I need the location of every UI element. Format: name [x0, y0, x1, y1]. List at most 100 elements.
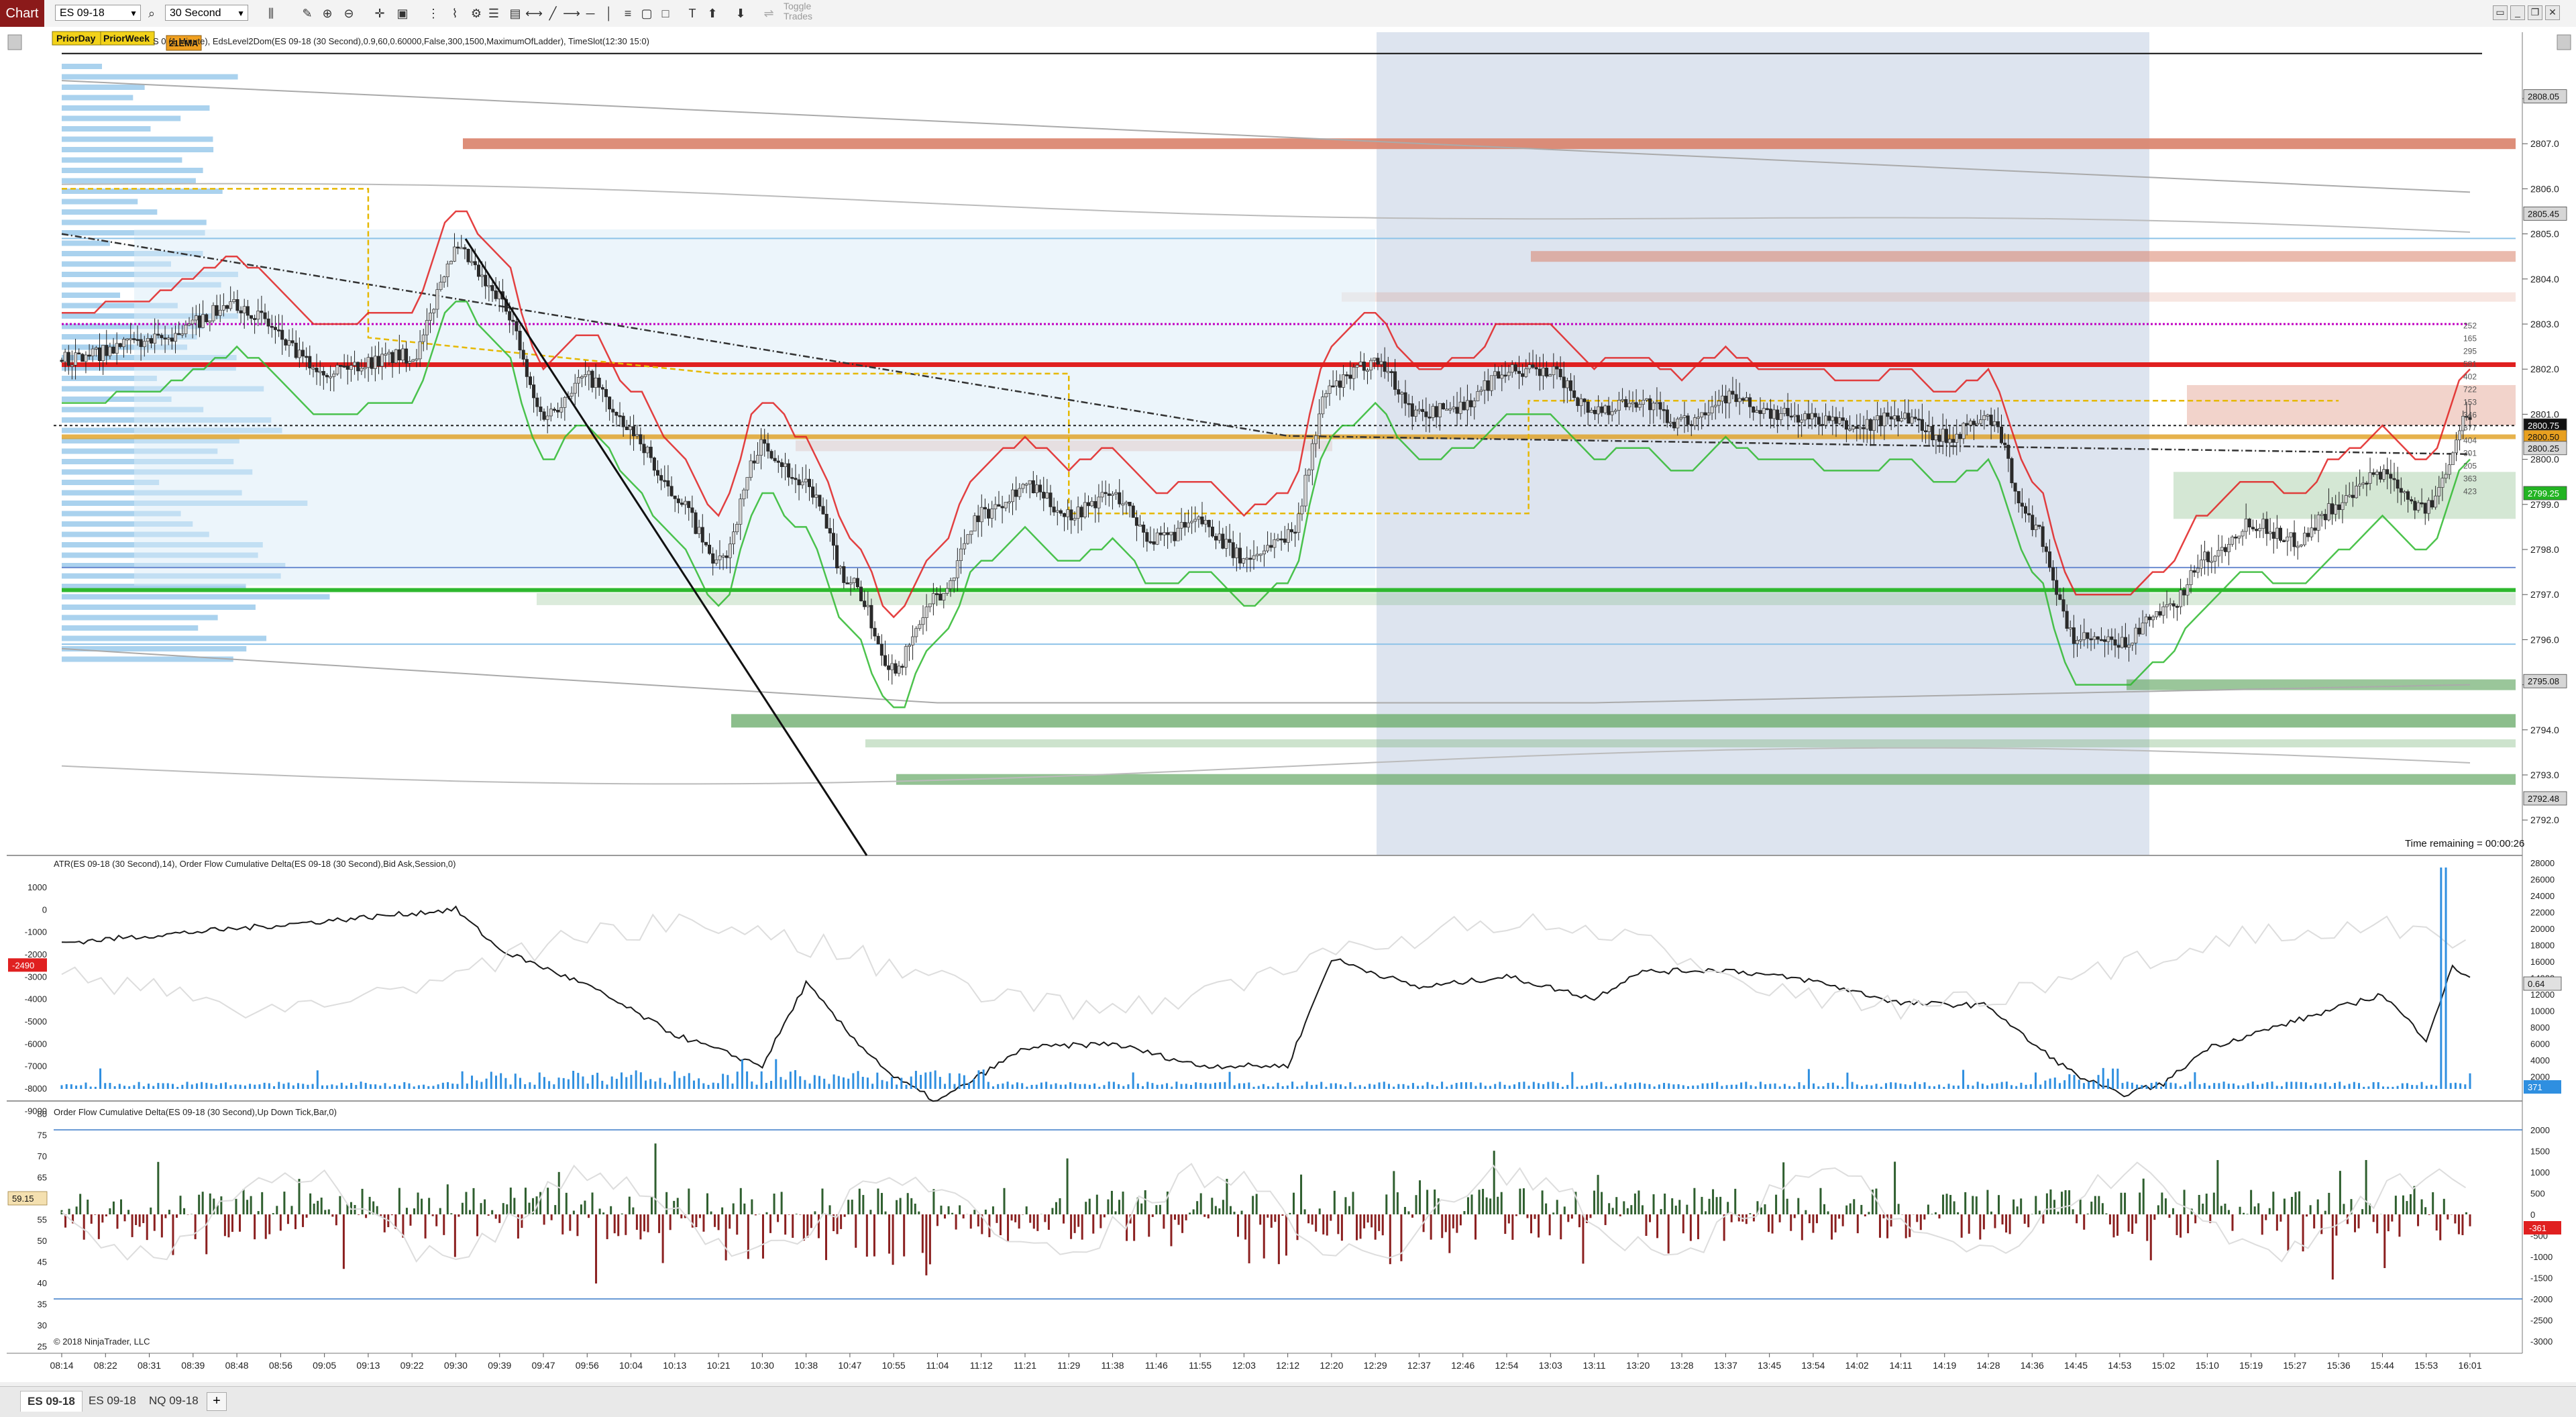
tick-bar-negative	[1794, 1214, 1796, 1218]
volume-bar	[1542, 1084, 1544, 1089]
arrow-down-icon[interactable]: ⬇	[731, 4, 750, 23]
candle	[284, 339, 287, 346]
volume-bar	[732, 1084, 734, 1089]
tick-bar-positive	[113, 1202, 115, 1214]
tick-bar-positive	[743, 1204, 745, 1214]
snapshot-icon[interactable]: ▣	[393, 4, 412, 23]
tick-bar-negative	[343, 1214, 345, 1269]
candle	[1108, 494, 1110, 496]
candle	[1225, 539, 1228, 549]
volume-bar	[2261, 1084, 2263, 1089]
crosshair-icon[interactable]: ✛	[370, 4, 389, 23]
arrow-up-icon[interactable]: ⬆	[703, 4, 722, 23]
tick-bar-negative	[844, 1214, 846, 1217]
candle	[2031, 515, 2034, 530]
volume-bar	[649, 1079, 651, 1089]
strategies-icon[interactable]: ⌇	[445, 4, 464, 23]
tick-bar-positive	[1200, 1193, 1202, 1214]
chart-menu-button[interactable]: Chart	[0, 0, 44, 27]
volume-bar	[1450, 1085, 1452, 1089]
bar-type-icon[interactable]: ⫼	[262, 4, 280, 23]
window-layout-icon[interactable]: ▭	[2493, 5, 2508, 20]
vertical-line-icon[interactable]: │	[600, 4, 619, 23]
candle	[1452, 407, 1455, 409]
zoom-out-icon[interactable]: ⊖	[339, 4, 358, 23]
candle	[1111, 494, 1114, 495]
candle	[825, 514, 828, 528]
candle	[184, 325, 187, 333]
tick-bar-negative	[1920, 1214, 1922, 1230]
ellipse-tool-icon[interactable]: ▢	[637, 4, 656, 23]
chart-canvas[interactable]: 2808.02807.02806.02805.02804.02803.02802…	[0, 27, 2576, 1382]
tick-bar-positive	[651, 1196, 653, 1214]
search-icon[interactable]: ⌕	[142, 4, 161, 23]
horizontal-line-icon[interactable]: ─	[581, 4, 600, 23]
interval-selector[interactable]: 30 Second▼	[165, 5, 248, 21]
properties-icon[interactable]: ⚙	[467, 4, 486, 23]
tab-nq-0918[interactable]: NQ 09-18	[142, 1391, 205, 1411]
time-tick-label: 09:39	[488, 1360, 511, 1371]
candle	[1532, 365, 1534, 368]
time-tick-label: 14:45	[2064, 1360, 2088, 1371]
candle	[1756, 411, 1758, 413]
tick-bar-positive	[1218, 1208, 1220, 1214]
volume-bar	[601, 1081, 603, 1089]
chart-area[interactable]: 2808.02807.02806.02805.02804.02803.02802…	[0, 27, 2576, 1382]
close-icon[interactable]: ✕	[2545, 5, 2560, 20]
tick-bar-positive	[907, 1193, 909, 1214]
tick-bar-positive	[665, 1192, 667, 1214]
text-tool-icon[interactable]: T	[683, 4, 702, 23]
time-tick-label: 14:11	[1889, 1360, 1912, 1371]
pencil-icon[interactable]: ✎	[298, 4, 317, 23]
candle	[1469, 401, 1472, 407]
panel-menu-button[interactable]	[8, 35, 21, 50]
tick-bar-negative	[699, 1214, 701, 1218]
candle	[1022, 484, 1024, 488]
tick-bar-positive	[528, 1203, 530, 1214]
volume-bar	[345, 1086, 347, 1089]
price-tick-label: 2799.0	[2530, 499, 2559, 510]
volume-bar	[1760, 1082, 1762, 1089]
candle	[1397, 390, 1400, 395]
volume-bar	[191, 1084, 193, 1089]
instrument-selector[interactable]: ES 09-18▼	[55, 5, 141, 21]
candle	[1793, 415, 1796, 417]
tick-bar-positive	[2317, 1200, 2319, 1214]
toggle-trades-icon[interactable]: ⇌	[759, 4, 778, 23]
indicators-icon[interactable]: ☰	[484, 4, 503, 23]
volume-bar	[1764, 1084, 1766, 1089]
candle	[301, 350, 304, 356]
volume-bar	[2092, 1081, 2094, 1089]
volume-bar	[152, 1086, 154, 1089]
candle	[1893, 416, 1896, 419]
line-tool-icon[interactable]: ╱	[543, 4, 562, 23]
volume-bar	[1219, 1082, 1221, 1089]
ray-tool-icon[interactable]: ⟶	[562, 4, 581, 23]
data-box-icon[interactable]: ⋮	[424, 4, 443, 23]
tick-bar-negative	[1779, 1214, 1781, 1222]
candle	[1783, 408, 1786, 413]
panel-menu-button[interactable]	[2557, 35, 2571, 50]
fibonacci-icon[interactable]: ≡	[619, 4, 637, 23]
templates-icon[interactable]: ▤	[506, 4, 525, 23]
ruler-icon[interactable]: ⟷	[525, 4, 543, 23]
delta-right-tick: 16000	[2530, 957, 2555, 967]
restore-icon[interactable]: ❐	[2528, 5, 2542, 20]
tick-bar-negative	[639, 1214, 641, 1239]
volume-bar	[451, 1084, 453, 1089]
add-tab-button[interactable]: +	[207, 1392, 227, 1411]
candle	[415, 359, 418, 360]
tab-es-0918[interactable]: ES 09-18	[82, 1391, 143, 1411]
toggle-trades-button[interactable]: Toggle Trades	[784, 1, 812, 21]
rectangle-tool-icon[interactable]: □	[656, 4, 675, 23]
time-tick-label: 15:36	[2327, 1360, 2351, 1371]
tick-bar-positive	[2105, 1213, 2107, 1214]
minimize-icon[interactable]: _	[2510, 5, 2525, 20]
candle	[1259, 554, 1262, 556]
tick-bar-negative	[788, 1214, 790, 1215]
tab-es-0918-active[interactable]: ES 09-18	[20, 1391, 83, 1412]
volume-bar	[949, 1073, 951, 1089]
zoom-in-icon[interactable]: ⊕	[318, 4, 337, 23]
candle	[105, 346, 108, 356]
volume-bar	[640, 1072, 642, 1089]
